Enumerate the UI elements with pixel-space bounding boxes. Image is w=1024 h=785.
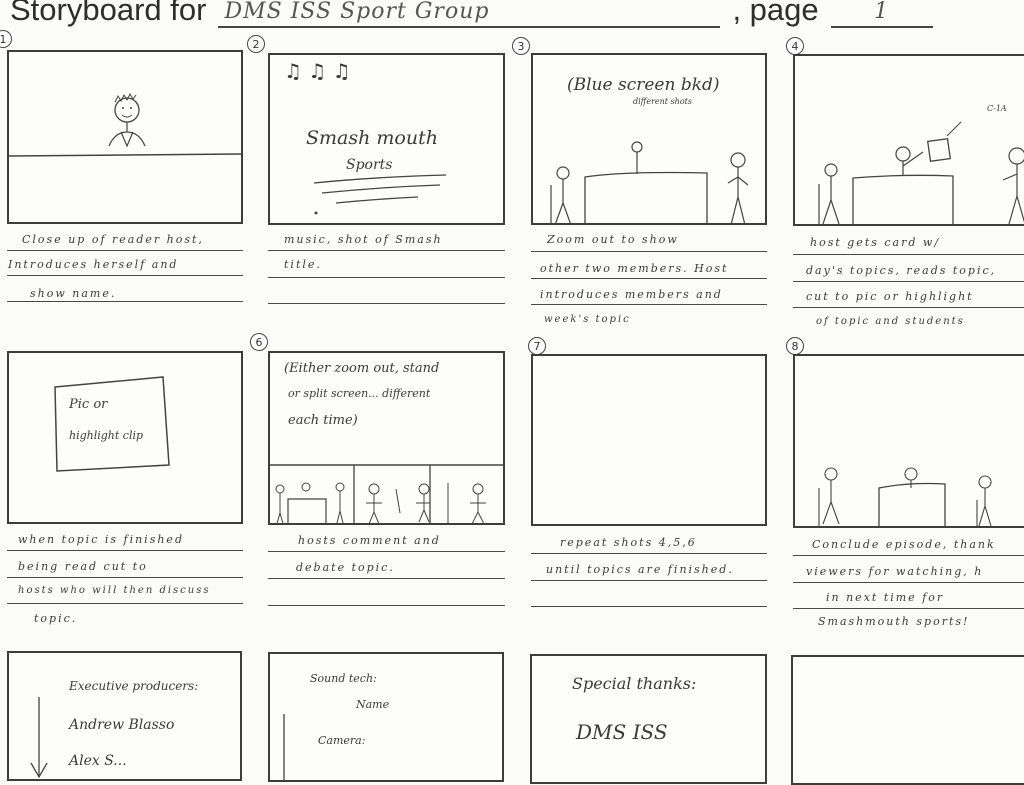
storyboard-panel-2: ♫ ♫ ♫ Smash mouth Sports <box>268 53 505 225</box>
panel-4-caption-3: cut to pic or highlight <box>806 290 974 303</box>
panel-number-1: 1 <box>0 30 12 48</box>
panel-8-rule-3 <box>793 608 1024 609</box>
panel-10-sketch-line-1: Sound tech: <box>310 672 377 685</box>
panel-7-caption-2: until topics are finished. <box>546 563 734 576</box>
panel-9-sketch-line-2: Andrew Blasso <box>69 717 175 733</box>
panel-5-sketch-line-2: highlight clip <box>69 429 144 442</box>
storyboard-panel-3: (Blue screen bkd) different shots <box>531 53 767 225</box>
panel-4-sketch <box>818 121 1024 224</box>
panel-number-3: 3 <box>512 37 530 55</box>
panel-3-sketch <box>550 141 749 223</box>
panel-6-rule-2 <box>268 578 505 579</box>
panel-1-rule-1 <box>7 250 243 251</box>
panel-8-caption-3: in next time for <box>826 591 945 604</box>
panel-1-caption-2: Introduces herself and <box>8 258 179 271</box>
storyboard-panel-8 <box>793 354 1024 528</box>
panel-8-sketch <box>818 467 992 526</box>
page-number: 1 <box>874 0 890 24</box>
panel-7-caption-1: repeat shots 4,5,6 <box>560 536 697 549</box>
panel-4-caption-2: day's topics, reads topic, <box>806 264 997 277</box>
storyboard-title: Storyboard for <box>10 0 207 27</box>
storyboard-header: Storyboard for DMS ISS Sport Group , pag… <box>10 0 933 28</box>
page-number-field: 1 <box>830 0 933 28</box>
panel-4-rule-1 <box>793 254 1024 255</box>
panel-9-sketch-line-1: Executive producers: <box>69 679 199 693</box>
storyboard-panel-11: Special thanks: DMS ISS <box>530 654 767 784</box>
group-name: DMS ISS Sport Group <box>224 0 490 24</box>
panel-5-caption-4: topic. <box>34 612 78 625</box>
panel-3-rule-2 <box>531 278 767 279</box>
panel-3-caption-4: week's topic <box>544 314 631 325</box>
panel-4-caption-4: of topic and students <box>816 316 965 327</box>
panel-2-sketch <box>313 174 447 215</box>
group-field: DMS ISS Sport Group <box>218 0 721 28</box>
storyboard-panel-9: Executive producers: Andrew Blasso Alex … <box>7 651 242 781</box>
panel-11-sketch-line-2: DMS ISS <box>576 720 668 744</box>
storyboard-panel-12 <box>791 655 1024 785</box>
panel-6-caption-2: debate topic. <box>296 561 395 574</box>
panel-5-caption-2: being read cut to <box>18 560 148 573</box>
panel-number-6: 6 <box>250 333 268 351</box>
panel-3-rule-1 <box>531 251 767 252</box>
panel-1-rule-3 <box>7 301 243 302</box>
panel-2-caption-2: title. <box>284 258 322 271</box>
panel-8-rule-2 <box>793 582 1024 583</box>
panel-2-rule-3 <box>268 303 505 304</box>
storyboard-panel-6: (Either zoom out, stand or split screen.… <box>268 351 505 525</box>
panel-6-rule-1 <box>268 551 505 552</box>
panel-6-caption-1: hosts comment and <box>298 534 441 547</box>
storyboard-panel-10: Sound tech: Name Camera: <box>268 652 504 782</box>
panel-5-rule-2 <box>7 577 243 578</box>
storyboard-page: Storyboard for DMS ISS Sport Group , pag… <box>0 0 1024 785</box>
panel-number-4: 4 <box>786 37 804 55</box>
storyboard-panel-1 <box>7 50 243 224</box>
panel-5-rule-1 <box>7 550 243 551</box>
panel-3-caption-1: Zoom out to show <box>547 233 679 246</box>
storyboard-panel-5: Pic or highlight clip <box>7 351 243 524</box>
panel-4-caption-1: host gets card w/ <box>810 236 941 249</box>
panel-6-rule-3 <box>268 605 505 606</box>
panel-1-caption-3: show name. <box>30 287 117 300</box>
panel-1-caption-1: Close up of reader host, <box>22 233 204 246</box>
panel-5-caption-3: hosts who will then discuss <box>18 585 211 596</box>
panel-1-rule-2 <box>7 275 243 276</box>
panel-number-2: 2 <box>247 35 265 53</box>
panel-3-rule-3 <box>531 304 767 305</box>
panel-10-sketch-line-3: Camera: <box>318 734 366 747</box>
panel-2-caption-1: music, shot of Smash <box>284 233 443 246</box>
storyboard-panel-7 <box>531 354 767 526</box>
panel-4-rule-2 <box>793 281 1024 282</box>
panel-8-rule-1 <box>793 555 1024 556</box>
panel-8-caption-2: viewers for watching, h <box>806 565 984 578</box>
panel-9-sketch-line-3: Alex S... <box>69 753 127 769</box>
panel-5-caption-1: when topic is finished <box>18 533 184 546</box>
panel-3-caption-2: other two members. Host <box>540 262 729 275</box>
panel-number-7: 7 <box>528 337 546 355</box>
page-label: , page <box>732 0 819 27</box>
panel-5-sketch-line-1: Pic or <box>69 397 108 412</box>
panel-7-rule-3 <box>531 606 767 607</box>
panel-8-caption-1: Conclude episode, thank <box>812 538 996 551</box>
panel-7-rule-1 <box>531 553 767 554</box>
panel-1-sketch <box>9 92 241 157</box>
panel-2-rule-1 <box>268 250 505 251</box>
panel-10-sketch-line-2: Name <box>356 698 390 711</box>
panel-number-8: 8 <box>786 337 804 355</box>
panel-5-rule-3 <box>7 603 243 604</box>
panel-7-rule-2 <box>531 580 767 581</box>
panel-8-caption-4: Smashmouth sports! <box>818 615 970 628</box>
panel-3-caption-3: introduces members and <box>540 288 723 301</box>
panel-4-rule-3 <box>793 307 1024 308</box>
panel-2-rule-2 <box>268 277 505 278</box>
panel-6-sketch <box>270 464 503 523</box>
panel-10-sketch <box>283 714 285 780</box>
panel-11-sketch-line-1: Special thanks: <box>572 674 697 693</box>
storyboard-panel-4: C-1A <box>793 54 1024 226</box>
